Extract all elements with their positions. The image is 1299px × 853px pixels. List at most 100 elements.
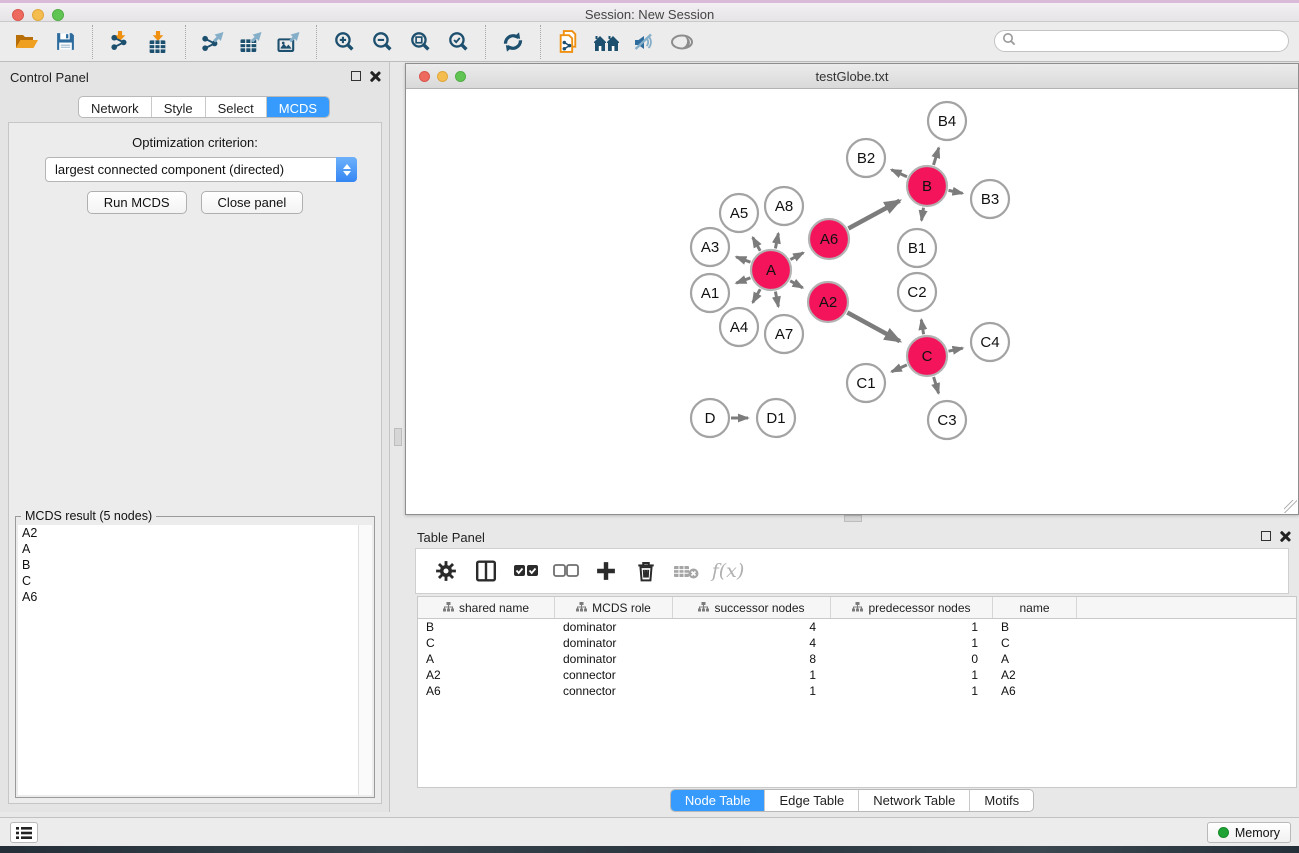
search-input[interactable] xyxy=(1016,32,1288,50)
network-window-titlebar[interactable]: testGlobe.txt xyxy=(406,64,1298,89)
close-panel-icon[interactable] xyxy=(369,70,381,82)
edge-A-A4[interactable] xyxy=(753,289,761,302)
cell-successor-nodes[interactable]: 4 xyxy=(673,619,831,635)
edge-A-A5[interactable] xyxy=(753,237,761,250)
table-row-B[interactable]: Bdominator41B xyxy=(418,619,1296,635)
edge-B-B3[interactable] xyxy=(949,190,963,193)
cell-predecessor-nodes[interactable]: 1 xyxy=(831,683,993,699)
show-hide-graphics-icon[interactable] xyxy=(663,27,701,57)
delete-table-icon[interactable] xyxy=(668,553,704,589)
zoom-fit-icon[interactable] xyxy=(401,27,439,57)
result-list-item[interactable]: C xyxy=(18,573,358,589)
tab-select[interactable]: Select xyxy=(206,97,267,117)
edge-A-A1[interactable] xyxy=(736,278,750,283)
edge-A2-C[interactable] xyxy=(847,313,900,342)
edge-B-B4[interactable] xyxy=(934,148,939,165)
edge-A6-B[interactable] xyxy=(848,201,899,229)
edge-C-C4[interactable] xyxy=(949,348,963,351)
edge-C-C3[interactable] xyxy=(934,377,939,393)
cell-name[interactable]: A6 xyxy=(993,683,1077,699)
cell-MCDS-role[interactable]: connector xyxy=(555,667,673,683)
node-B2[interactable]: B2 xyxy=(847,139,885,177)
network-canvas[interactable]: B4B2BB3A5A8A6A3B1AA1C2A2A4A7C4CC1DD1C3 xyxy=(406,89,1298,514)
cell-shared-name[interactable]: A6 xyxy=(418,683,555,699)
node-C3[interactable]: C3 xyxy=(928,401,966,439)
cell-MCDS-role[interactable]: dominator xyxy=(555,635,673,651)
tab-style[interactable]: Style xyxy=(152,97,206,117)
criterion-dropdown[interactable]: largest connected component (directed) xyxy=(45,157,357,182)
task-history-button[interactable] xyxy=(10,822,38,843)
result-list-item[interactable]: A xyxy=(18,541,358,557)
edge-A-A6[interactable] xyxy=(790,253,803,260)
export-network-icon[interactable] xyxy=(194,27,232,57)
import-network-icon[interactable] xyxy=(101,27,139,57)
import-table-icon[interactable] xyxy=(139,27,177,57)
cell-MCDS-role[interactable]: connector xyxy=(555,683,673,699)
edge-A-A8[interactable] xyxy=(775,233,778,248)
cell-successor-nodes[interactable]: 1 xyxy=(673,667,831,683)
vertical-splitter-grip[interactable] xyxy=(394,428,402,446)
edge-B-B1[interactable] xyxy=(922,208,924,221)
table-float-panel-icon[interactable] xyxy=(1261,531,1271,541)
tab-network[interactable]: Network xyxy=(79,97,152,117)
result-list-scrollbar[interactable] xyxy=(358,525,372,795)
column-header-shared-name[interactable]: shared name xyxy=(418,597,555,618)
horizontal-splitter-grip[interactable] xyxy=(844,515,862,522)
deselect-all-icon[interactable] xyxy=(548,553,584,589)
node-A3[interactable]: A3 xyxy=(691,228,729,266)
home-icon[interactable] xyxy=(587,27,625,57)
tab-motifs[interactable]: Motifs xyxy=(970,790,1033,811)
cell-successor-nodes[interactable]: 1 xyxy=(673,683,831,699)
export-image-icon[interactable] xyxy=(270,27,308,57)
cell-MCDS-role[interactable]: dominator xyxy=(555,619,673,635)
cell-name[interactable]: B xyxy=(993,619,1077,635)
cell-predecessor-nodes[interactable]: 1 xyxy=(831,635,993,651)
delete-column-icon[interactable] xyxy=(628,553,664,589)
edge-C-C1[interactable] xyxy=(892,365,907,372)
node-C2[interactable]: C2 xyxy=(898,273,936,311)
node-A8[interactable]: A8 xyxy=(765,187,803,225)
result-list-item[interactable]: A2 xyxy=(18,525,358,541)
apply-layout-icon[interactable] xyxy=(494,27,532,57)
result-list-item[interactable]: A6 xyxy=(18,589,358,605)
zoom-in-icon[interactable] xyxy=(325,27,363,57)
node-A[interactable]: A xyxy=(751,250,791,290)
tab-mcds[interactable]: MCDS xyxy=(267,97,329,117)
zoom-selected-icon[interactable] xyxy=(439,27,477,57)
node-C4[interactable]: C4 xyxy=(971,323,1009,361)
node-A6[interactable]: A6 xyxy=(809,219,849,259)
cell-successor-nodes[interactable]: 4 xyxy=(673,635,831,651)
network-from-selection-icon[interactable] xyxy=(549,27,587,57)
table-row-C[interactable]: Cdominator41C xyxy=(418,635,1296,651)
node-D1[interactable]: D1 xyxy=(757,399,795,437)
column-header-MCDS-role[interactable]: MCDS role xyxy=(555,597,673,618)
edge-A-A2[interactable] xyxy=(790,281,803,288)
result-list-item[interactable]: B xyxy=(18,557,358,573)
tab-node-table[interactable]: Node Table xyxy=(671,790,766,811)
announcements-off-icon[interactable] xyxy=(625,27,663,57)
node-A2[interactable]: A2 xyxy=(808,282,848,322)
node-C1[interactable]: C1 xyxy=(847,364,885,402)
cell-shared-name[interactable]: A2 xyxy=(418,667,555,683)
cell-successor-nodes[interactable]: 8 xyxy=(673,651,831,667)
zoom-out-icon[interactable] xyxy=(363,27,401,57)
edge-B-B2[interactable] xyxy=(891,170,907,177)
save-session-icon[interactable] xyxy=(46,27,84,57)
node-A4[interactable]: A4 xyxy=(720,308,758,346)
node-B3[interactable]: B3 xyxy=(971,180,1009,218)
tab-network-table[interactable]: Network Table xyxy=(859,790,970,811)
node-B1[interactable]: B1 xyxy=(898,229,936,267)
node-B[interactable]: B xyxy=(907,166,947,206)
float-panel-icon[interactable] xyxy=(351,71,361,81)
add-column-icon[interactable] xyxy=(588,553,624,589)
close-panel-button[interactable]: Close panel xyxy=(201,191,304,214)
node-A1[interactable]: A1 xyxy=(691,274,729,312)
cell-predecessor-nodes[interactable]: 1 xyxy=(831,619,993,635)
table-row-A2[interactable]: A2connector11A2 xyxy=(418,667,1296,683)
edge-A-A7[interactable] xyxy=(775,292,778,307)
search-field[interactable] xyxy=(994,30,1289,52)
function-builder-icon[interactable]: f(x) xyxy=(708,553,744,589)
column-header-name[interactable]: name xyxy=(993,597,1077,618)
column-layout-icon[interactable] xyxy=(468,553,504,589)
run-mcds-button[interactable]: Run MCDS xyxy=(87,191,187,214)
